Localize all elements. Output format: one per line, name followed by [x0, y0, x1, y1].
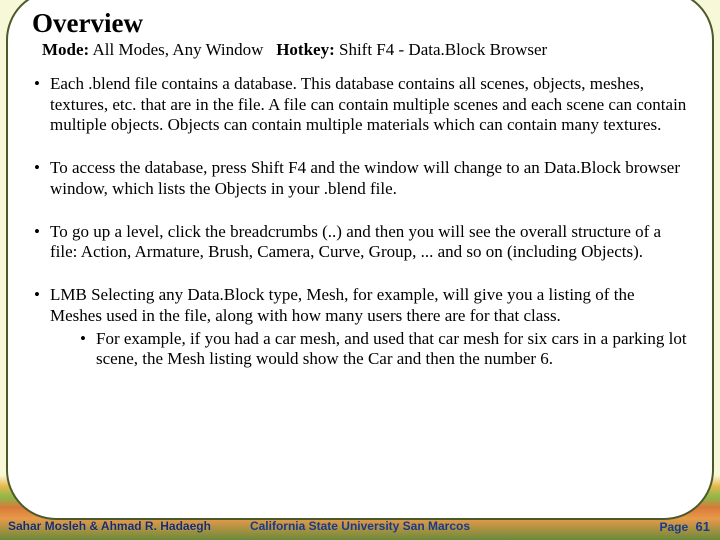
sub-bullet-text: For example, if you had a car mesh, and … — [96, 329, 687, 369]
hotkey-label: Hotkey: — [276, 40, 335, 59]
sub-bullet-list: For example, if you had a car mesh, and … — [50, 329, 690, 370]
mode-value: All Modes, Any Window — [93, 40, 264, 59]
footer-university: California State University San Marcos — [0, 519, 720, 533]
slide-subtitle: Mode: All Modes, Any Window Hotkey: Shif… — [42, 40, 690, 60]
footer-page: Page 61 — [660, 519, 711, 534]
sub-bullet-item: For example, if you had a car mesh, and … — [80, 329, 690, 370]
bullet-text: To access the database, press Shift F4 a… — [50, 158, 680, 198]
slide-footer: Sahar Mosleh & Ahmad R. Hadaegh Californ… — [0, 516, 720, 536]
bullet-list: Each .blend file contains a database. Th… — [32, 74, 690, 370]
bullet-text: Each .blend file contains a database. Th… — [50, 74, 686, 134]
page-label: Page — [660, 520, 689, 534]
bullet-text: LMB Selecting any Data.Block type, Mesh,… — [50, 285, 635, 325]
slide-content: Overview Mode: All Modes, Any Window Hot… — [32, 8, 690, 392]
bullet-item: LMB Selecting any Data.Block type, Mesh,… — [32, 285, 690, 370]
mode-label: Mode: — [42, 40, 89, 59]
bullet-text: To go up a level, click the breadcrumbs … — [50, 222, 661, 262]
hotkey-value: Shift F4 - Data.Block Browser — [339, 40, 547, 59]
bullet-item: Each .blend file contains a database. Th… — [32, 74, 690, 136]
bullet-item: To go up a level, click the breadcrumbs … — [32, 222, 690, 263]
slide-title: Overview — [32, 8, 690, 39]
bullet-item: To access the database, press Shift F4 a… — [32, 158, 690, 199]
page-number: 61 — [696, 519, 710, 534]
